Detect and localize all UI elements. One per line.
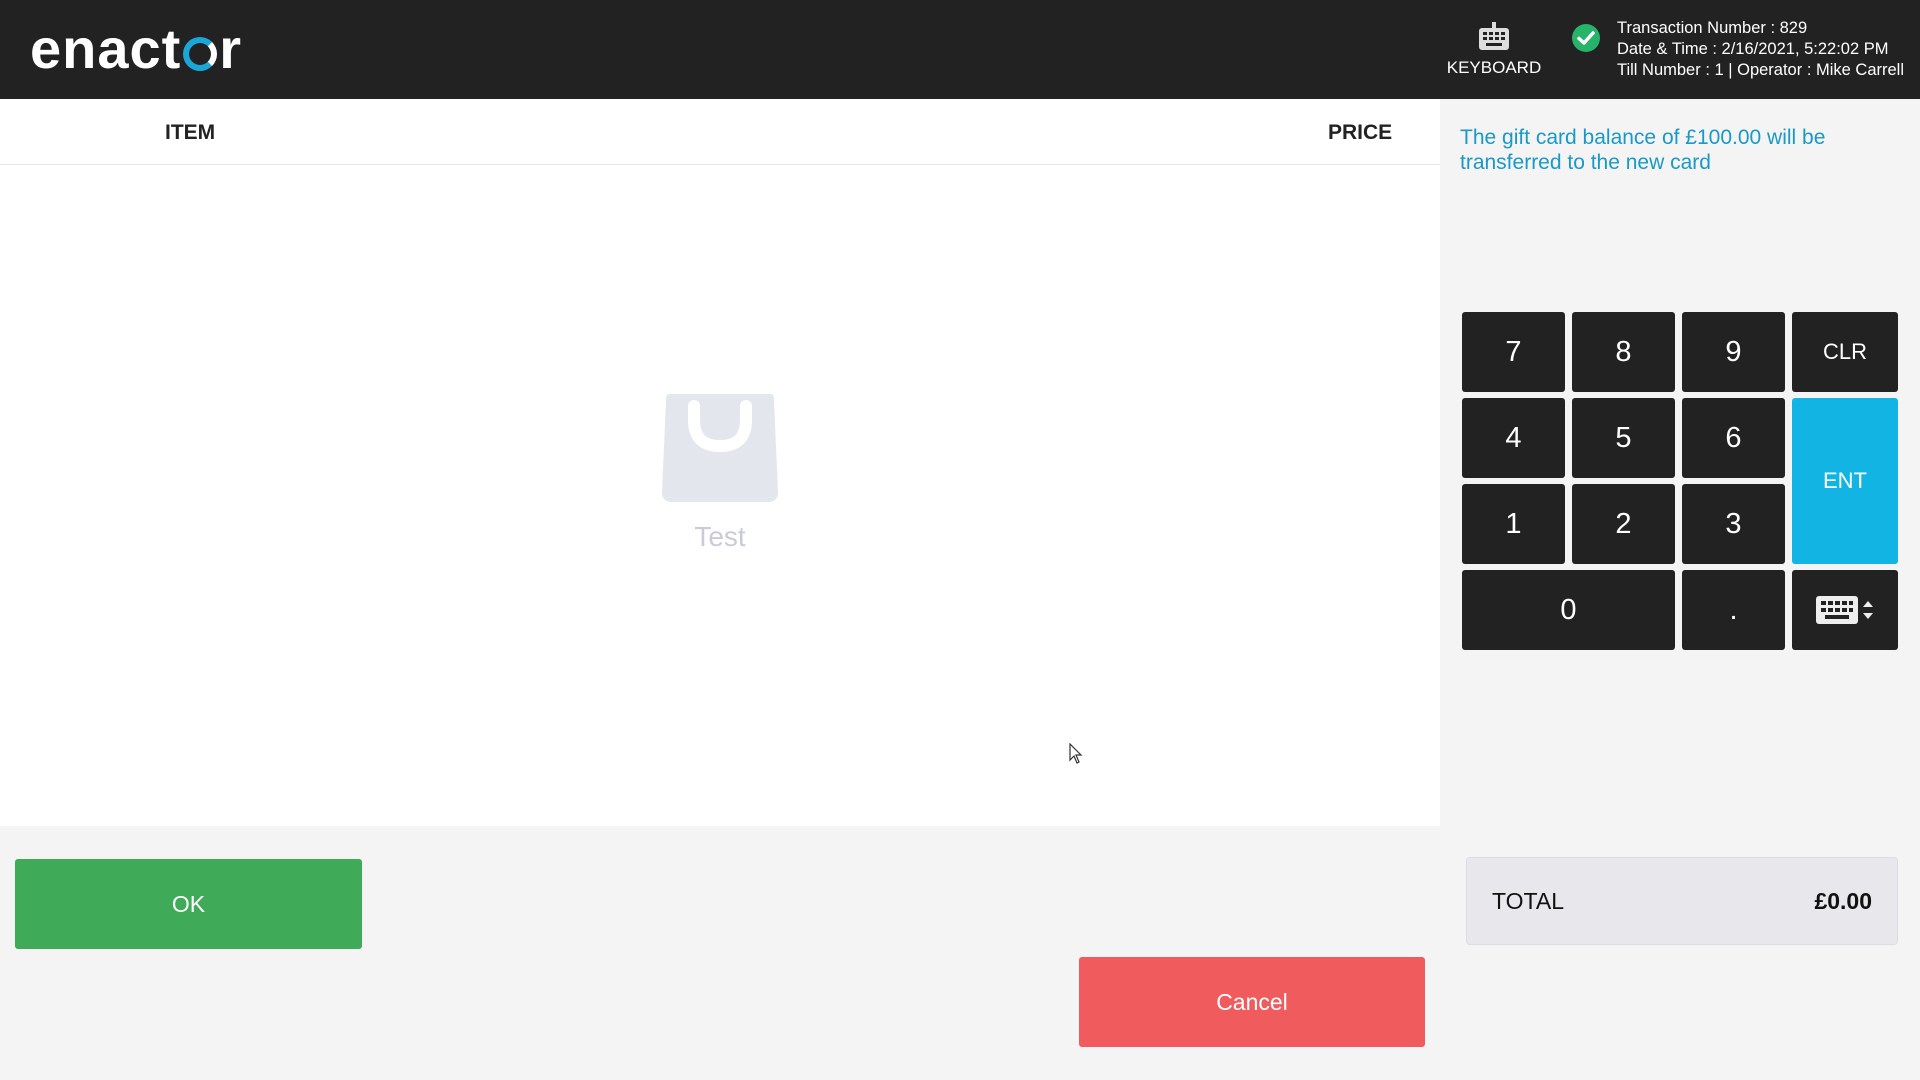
key-9[interactable]: 9 [1682,312,1785,392]
keyboard-label: KEYBOARD [1446,58,1542,77]
total-panel: TOTAL £0.00 [1466,857,1898,945]
key-8[interactable]: 8 [1572,312,1675,392]
logo-text-part1: enact [30,17,182,80]
keyboard-icon [1479,22,1509,50]
shopping-bag-icon [662,394,778,502]
column-item: ITEM [165,121,216,144]
cancel-button[interactable]: Cancel [1079,957,1425,1047]
column-price: PRICE [1328,121,1393,144]
transaction-info: Transaction Number : 829 Date & Time : 2… [1617,18,1904,81]
key-0[interactable]: 0 [1462,570,1675,650]
transaction-datetime: Date & Time : 2/16/2021, 5:22:02 PM [1617,40,1889,58]
top-bar: enact r KEYBOARD Transaction Number : 829… [0,0,1920,99]
key-3[interactable]: 3 [1682,484,1785,564]
key-6[interactable]: 6 [1682,398,1785,478]
key-enter[interactable]: ENT [1792,398,1898,564]
check-circle-icon [1572,24,1600,52]
total-value: £0.00 [1814,888,1872,914]
item-list-header: ITEM PRICE [0,99,1440,165]
ok-button[interactable]: OK [15,859,362,949]
enactor-logo: enact r [30,20,242,78]
key-5[interactable]: 5 [1572,398,1675,478]
till-operator: Till Number : 1 | Operator : Mike Carrel… [1617,61,1904,79]
keyboard-toggle-icon [1816,596,1873,624]
key-4[interactable]: 4 [1462,398,1565,478]
item-list-panel: ITEM PRICE Test [0,99,1440,826]
logo-text-part2: r [219,17,243,80]
key-decimal[interactable]: . [1682,570,1785,650]
logo-ring-icon [183,37,218,71]
total-label: TOTAL [1492,888,1564,914]
empty-list-label: Test [694,521,746,552]
key-clear[interactable]: CLR [1792,312,1898,392]
keyboard-button[interactable]: KEYBOARD [1434,22,1554,78]
key-2[interactable]: 2 [1572,484,1675,564]
mouse-cursor-icon [1069,743,1083,764]
keyboard-toggle-button[interactable] [1792,570,1898,650]
transaction-number: Transaction Number : 829 [1617,19,1808,37]
key-1[interactable]: 1 [1462,484,1565,564]
key-7[interactable]: 7 [1462,312,1565,392]
prompt-message: The gift card balance of £100.00 will be… [1460,126,1826,174]
